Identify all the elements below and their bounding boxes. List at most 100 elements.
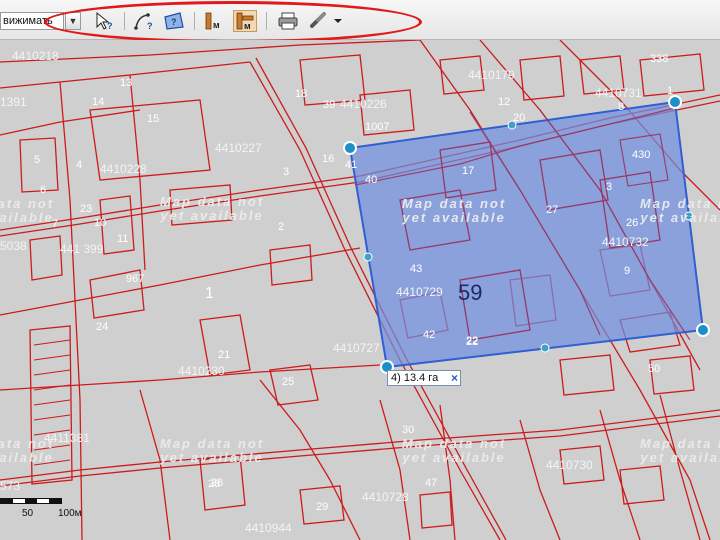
parcel-label: 9 [624,265,630,277]
quarter-label: 1391 [0,95,27,109]
parcel-label: 40 [365,174,377,186]
parcel-label: 50 [648,363,660,375]
svg-text:м: м [244,21,251,31]
quarter-label: 4410731 [595,86,642,100]
toolbar-separator [194,12,195,30]
mode-select[interactable]: вижимать [0,12,64,30]
link-button[interactable] [308,10,344,32]
quarter-label: 4410729 [396,285,443,299]
quarter-label: 4410230 [178,364,225,378]
quarter-label: 4410944 [245,521,292,535]
watermark: Map data notyet available [0,436,55,465]
parcel-label: 8 [618,101,624,113]
parcel-label: 14 [92,96,104,108]
parcel-label: 17 [462,165,474,177]
vertex-handle[interactable] [668,95,682,109]
parcel-label: 3 [283,166,289,178]
cadastral-map[interactable]: 4410218 4410179 4410226 4410731 1391 441… [0,40,720,540]
scale-label-100: 100м [58,508,82,519]
parcel-label: 25 [282,376,294,388]
parcel-label: 5 [34,154,40,166]
parcel-label: 28 [211,477,223,489]
parcel-label: 1007 [365,121,389,133]
svg-text:?: ? [107,21,113,31]
parcel-label: 39 [323,99,335,111]
quarter-label: 5038 [0,239,27,253]
watermark: Map data notyet available [640,196,720,225]
parcel-label: 29 [316,501,328,513]
vertex-handle[interactable] [343,141,357,155]
parcel-label: 41 [345,159,357,171]
info-tool-button[interactable]: ? [92,10,116,32]
chain-link-icon [310,12,342,28]
measurement-label: 4) 13.4 га [391,372,439,384]
measure-area-button[interactable]: ? [162,10,186,32]
measurement-tooltip: 4) 13.4 га × [387,370,461,386]
scale-label-50: 50 [22,508,34,519]
parcel-label: 2 [278,221,284,233]
vertex-handle[interactable] [696,323,710,337]
parcel-label: 42 [423,329,435,341]
parcel-label: 13 [120,77,132,89]
parcel-label: 47 [425,477,437,489]
parcel-label: 430 [632,149,650,161]
quarter-label: 4410226 [340,97,387,111]
parcel-label: 1 [205,285,214,302]
selection-polygon[interactable] [348,100,705,369]
parcel-label: 30 [402,424,414,436]
parcel-label: 3 [606,181,612,193]
print-button[interactable] [276,10,300,32]
quarter-label: 4410732 [602,235,649,249]
map-canvas: 4410218 4410179 4410226 4410731 1391 441… [0,40,720,540]
parcel-label: 10 [94,217,106,229]
parcel-label: 967 [126,273,144,285]
scale-bar-graphic [0,498,62,504]
parcel-label: 24 [96,321,108,333]
midpoint-handle[interactable] [540,343,550,353]
parcel-label: 15 [147,113,159,125]
measure-distance-button[interactable]: ? [132,10,156,32]
chevron-down-icon[interactable]: ▼ [65,12,81,30]
watermark: Map data notyet available [402,436,507,465]
parcel-label: 22 [466,336,478,348]
watermark: Map data notyet available [160,436,265,465]
quarter-label: 441 399 [60,242,104,256]
ruler-m-active-icon: м [236,12,254,31]
measure-curve-icon: ? [134,13,153,31]
parcel-big-label: 59 [458,280,482,305]
parcel-label: 6 [40,184,46,196]
scale-bar: 50 100м [0,495,110,540]
svg-text:?: ? [147,21,153,31]
parcel-label: 23 [80,203,92,215]
map-toolbar: вижимать ▼ ? ? ? м м [0,0,720,43]
close-icon[interactable]: × [451,371,458,385]
quarter-label: 4410727 [333,341,380,355]
svg-text:м: м [213,20,220,30]
parcel-label: 12 [498,96,510,108]
ruler-m-icon: м [205,12,220,30]
parcel-label: 27 [546,204,558,216]
quarter-label: 4410227 [215,141,262,155]
parcel-label: 18 [295,88,307,100]
parcel-label: 1 [667,85,673,97]
parcel-label: 21 [218,349,230,361]
parcel-label: 26 [626,217,638,229]
watermark: Map data notyet available [640,436,720,465]
parcel-label: 4 [76,159,82,171]
layer-m-button[interactable]: м [202,10,226,32]
parcel-label: 338 [650,53,668,65]
quarter-label: 4410179 [468,68,515,82]
toolbar-separator [124,12,125,30]
watermark: Map data notyet available [160,194,265,223]
parcel-label: 20 [513,112,525,124]
svg-text:?: ? [171,17,177,27]
quarter-label: 4410228 [100,162,147,176]
printer-icon [278,12,298,30]
area-icon: ? [164,12,184,30]
midpoint-handle[interactable] [363,252,373,262]
toolbar-separator [266,12,267,30]
layer-m-active-button[interactable]: м [233,10,257,32]
watermark: Map data notyet available [0,196,55,225]
pointer-question-icon: ? [96,11,113,31]
parcel-label: 43 [410,263,422,275]
